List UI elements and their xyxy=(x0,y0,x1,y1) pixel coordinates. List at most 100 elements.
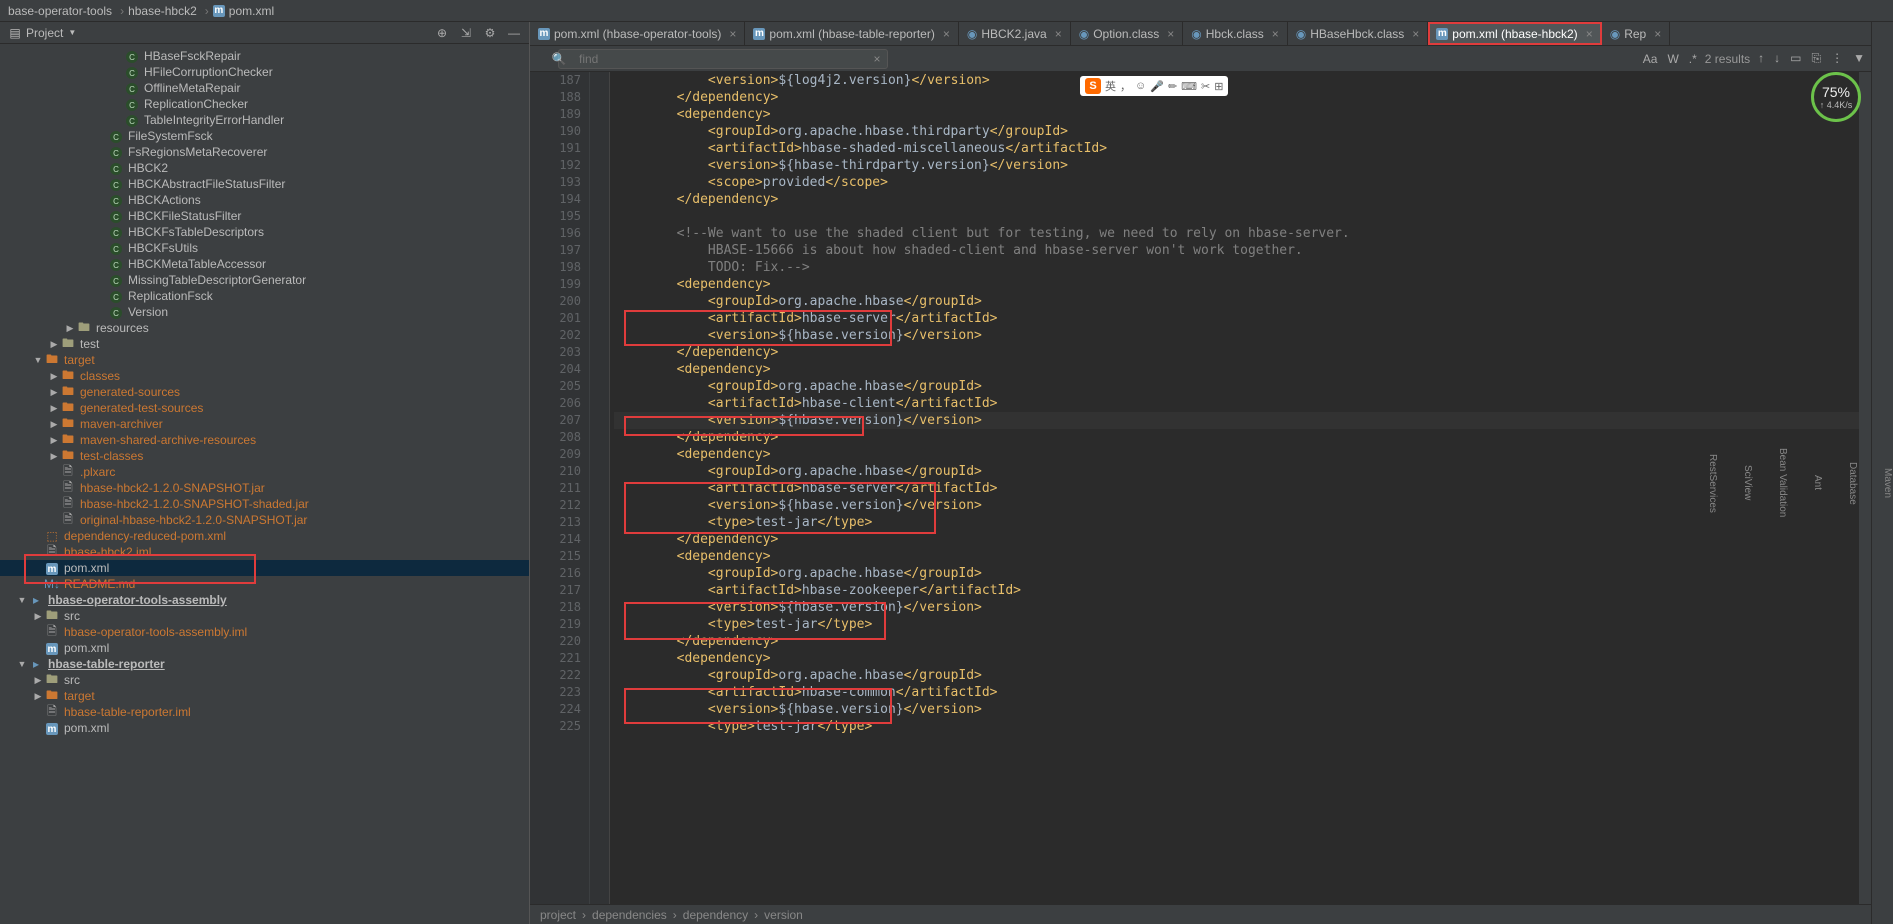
code-line[interactable]: </dependency> xyxy=(614,344,1859,361)
code-line[interactable]: <groupId>org.apache.hbase</groupId> xyxy=(614,667,1859,684)
tree-item[interactable]: ▶🖿src xyxy=(0,608,529,624)
tool-maven[interactable]: Maven xyxy=(1882,468,1893,498)
error-stripe[interactable] xyxy=(1859,72,1871,904)
code-line[interactable]: HBASE-15666 is about how shaded-client a… xyxy=(614,242,1859,259)
ime-write-icon[interactable]: ✏ xyxy=(1168,80,1177,93)
tree-item[interactable]: CHFileCorruptionChecker xyxy=(0,64,529,80)
code-line[interactable]: <groupId>org.apache.hbase</groupId> xyxy=(614,565,1859,582)
tree-item[interactable]: CReplicationChecker xyxy=(0,96,529,112)
tree-item[interactable]: CMissingTableDescriptorGenerator xyxy=(0,272,529,288)
code-line[interactable]: <groupId>org.apache.hbase.thirdparty</gr… xyxy=(614,123,1859,140)
tree-item[interactable]: ▶🖿test xyxy=(0,336,529,352)
code-line[interactable]: <dependency> xyxy=(614,650,1859,667)
filter-icon[interactable]: ▼ xyxy=(1853,51,1865,66)
code-line[interactable]: <version>${hbase-thirdparty.version}</ve… xyxy=(614,157,1859,174)
ime-keyboard-icon[interactable]: ⌨ xyxy=(1181,80,1197,93)
expand-arrow-icon[interactable]: ▶ xyxy=(48,371,60,382)
expand-arrow-icon[interactable]: ▼ xyxy=(16,595,28,605)
code-line[interactable]: <groupId>org.apache.hbase</groupId> xyxy=(614,293,1859,310)
tree-item[interactable]: ▶🖿maven-shared-archive-resources xyxy=(0,432,529,448)
code-line[interactable]: <type>test-jar</type> xyxy=(614,718,1859,735)
expand-arrow-icon[interactable]: ▶ xyxy=(48,435,60,446)
tree-item[interactable]: ▶🖿src xyxy=(0,672,529,688)
locate-icon[interactable]: ⊕ xyxy=(435,26,449,40)
code-line[interactable]: <version>${hbase.version}</version> xyxy=(614,701,1859,718)
code-line[interactable]: <artifactId>hbase-server</artifactId> xyxy=(614,310,1859,327)
nav-crumb-0[interactable]: base-operator-tools xyxy=(8,4,112,18)
code-line[interactable]: <type>test-jar</type> xyxy=(614,616,1859,633)
speed-meter[interactable]: 75% ↑ 4.4K/s xyxy=(1811,72,1861,122)
tree-item[interactable]: ▶🖿target xyxy=(0,688,529,704)
bcrumb-2[interactable]: dependency xyxy=(683,908,748,922)
ime-mic-icon[interactable]: 🎤 xyxy=(1150,80,1164,93)
close-tab-icon[interactable]: × xyxy=(1412,27,1419,41)
tree-item[interactable]: CFileSystemFsck xyxy=(0,128,529,144)
close-tab-icon[interactable]: × xyxy=(1586,27,1593,41)
code-line[interactable]: <artifactId>hbase-zookeeper</artifactId> xyxy=(614,582,1859,599)
expand-arrow-icon[interactable]: ▶ xyxy=(48,403,60,414)
code-line[interactable]: <version>${hbase.version}</version> xyxy=(614,412,1859,429)
expand-arrow-icon[interactable]: ▶ xyxy=(32,691,44,702)
editor-tab[interactable]: mpom.xml (hbase-hbck2)× xyxy=(1428,22,1601,45)
gear-icon[interactable]: ⚙ xyxy=(483,26,497,40)
tree-item[interactable]: ▼▸hbase-operator-tools-assembly xyxy=(0,592,529,608)
tree-item[interactable]: ⬚dependency-reduced-pom.xml xyxy=(0,528,529,544)
expand-arrow-icon[interactable]: ▶ xyxy=(64,323,76,334)
regex-icon[interactable]: .* xyxy=(1689,52,1697,66)
tree-item[interactable]: ▼▸hbase-table-reporter xyxy=(0,656,529,672)
editor-tab[interactable]: ◉HBaseHbck.class× xyxy=(1288,22,1429,45)
find-input[interactable] xyxy=(558,49,888,69)
expand-arrow-icon[interactable]: ▼ xyxy=(32,355,44,365)
add-selection-icon[interactable]: ⎘ xyxy=(1812,51,1822,66)
ime-grid-icon[interactable]: ⊞ xyxy=(1214,80,1223,93)
bcrumb-3[interactable]: version xyxy=(764,908,803,922)
tree-item[interactable]: 🗎hbase-hbck2-1.2.0-SNAPSHOT.jar xyxy=(0,480,529,496)
expand-arrow-icon[interactable]: ▶ xyxy=(48,419,60,430)
code-line[interactable]: <dependency> xyxy=(614,446,1859,463)
expand-arrow-icon[interactable]: ▶ xyxy=(48,451,60,462)
code-line[interactable]: <dependency> xyxy=(614,276,1859,293)
code-line[interactable]: <groupId>org.apache.hbase</groupId> xyxy=(614,378,1859,395)
close-tab-icon[interactable]: × xyxy=(1654,27,1661,41)
tree-item[interactable]: 🗎hbase-operator-tools-assembly.iml xyxy=(0,624,529,640)
code-editor[interactable]: 1871881891901911921931941951961971981992… xyxy=(530,72,1871,904)
editor-tab[interactable]: ◉Rep× xyxy=(1602,22,1671,45)
tree-item[interactable]: CHBCKFsTableDescriptors xyxy=(0,224,529,240)
find-settings-icon[interactable]: ⋮ xyxy=(1831,51,1843,66)
project-title[interactable]: Project xyxy=(26,26,63,40)
tree-item[interactable]: ▶🖿resources xyxy=(0,320,529,336)
close-tab-icon[interactable]: × xyxy=(729,27,736,41)
code-line[interactable]: <version>${hbase.version}</version> xyxy=(614,327,1859,344)
tree-item[interactable]: mpom.xml xyxy=(0,560,529,576)
tree-item[interactable]: 🗎hbase-table-reporter.iml xyxy=(0,704,529,720)
code-line[interactable]: </dependency> xyxy=(614,531,1859,548)
editor-tab[interactable]: mpom.xml (hbase-operator-tools)× xyxy=(530,22,745,45)
ime-clip-icon[interactable]: ✂ xyxy=(1201,80,1210,93)
collapse-icon[interactable]: ⇲ xyxy=(459,26,473,40)
close-tab-icon[interactable]: × xyxy=(1055,27,1062,41)
tree-item[interactable]: CHBCKMetaTableAccessor xyxy=(0,256,529,272)
expand-arrow-icon[interactable]: ▶ xyxy=(32,675,44,686)
tree-item[interactable]: COfflineMetaRepair xyxy=(0,80,529,96)
tree-item[interactable]: CHBCKAbstractFileStatusFilter xyxy=(0,176,529,192)
code-line[interactable]: <version>${hbase.version}</version> xyxy=(614,497,1859,514)
tree-item[interactable]: CHBCKFsUtils xyxy=(0,240,529,256)
close-find-icon[interactable]: × xyxy=(870,52,884,66)
tree-item[interactable]: mpom.xml xyxy=(0,640,529,656)
expand-arrow-icon[interactable]: ▼ xyxy=(16,659,28,669)
code-line[interactable]: <version>${log4j2.version}</version> xyxy=(614,72,1859,89)
close-tab-icon[interactable]: × xyxy=(943,27,950,41)
code-line[interactable]: <groupId>org.apache.hbase</groupId> xyxy=(614,463,1859,480)
expand-arrow-icon[interactable]: ▶ xyxy=(48,387,60,398)
fold-column[interactable] xyxy=(590,72,610,904)
code-line[interactable]: <artifactId>hbase-server</artifactId> xyxy=(614,480,1859,497)
tree-item[interactable]: ▶🖿generated-test-sources xyxy=(0,400,529,416)
tree-item[interactable]: 🗎original-hbase-hbck2-1.2.0-SNAPSHOT.jar xyxy=(0,512,529,528)
nav-crumb-1[interactable]: hbase-hbck2 xyxy=(128,4,197,18)
select-all-icon[interactable]: ▭ xyxy=(1790,51,1801,66)
code-line[interactable]: <artifactId>hbase-client</artifactId> xyxy=(614,395,1859,412)
code-content[interactable]: <version>${log4j2.version}</version> </d… xyxy=(610,72,1859,904)
next-match-icon[interactable]: ↓ xyxy=(1774,51,1780,66)
tree-item[interactable]: CHBCK2 xyxy=(0,160,529,176)
code-line[interactable]: </dependency> xyxy=(614,191,1859,208)
